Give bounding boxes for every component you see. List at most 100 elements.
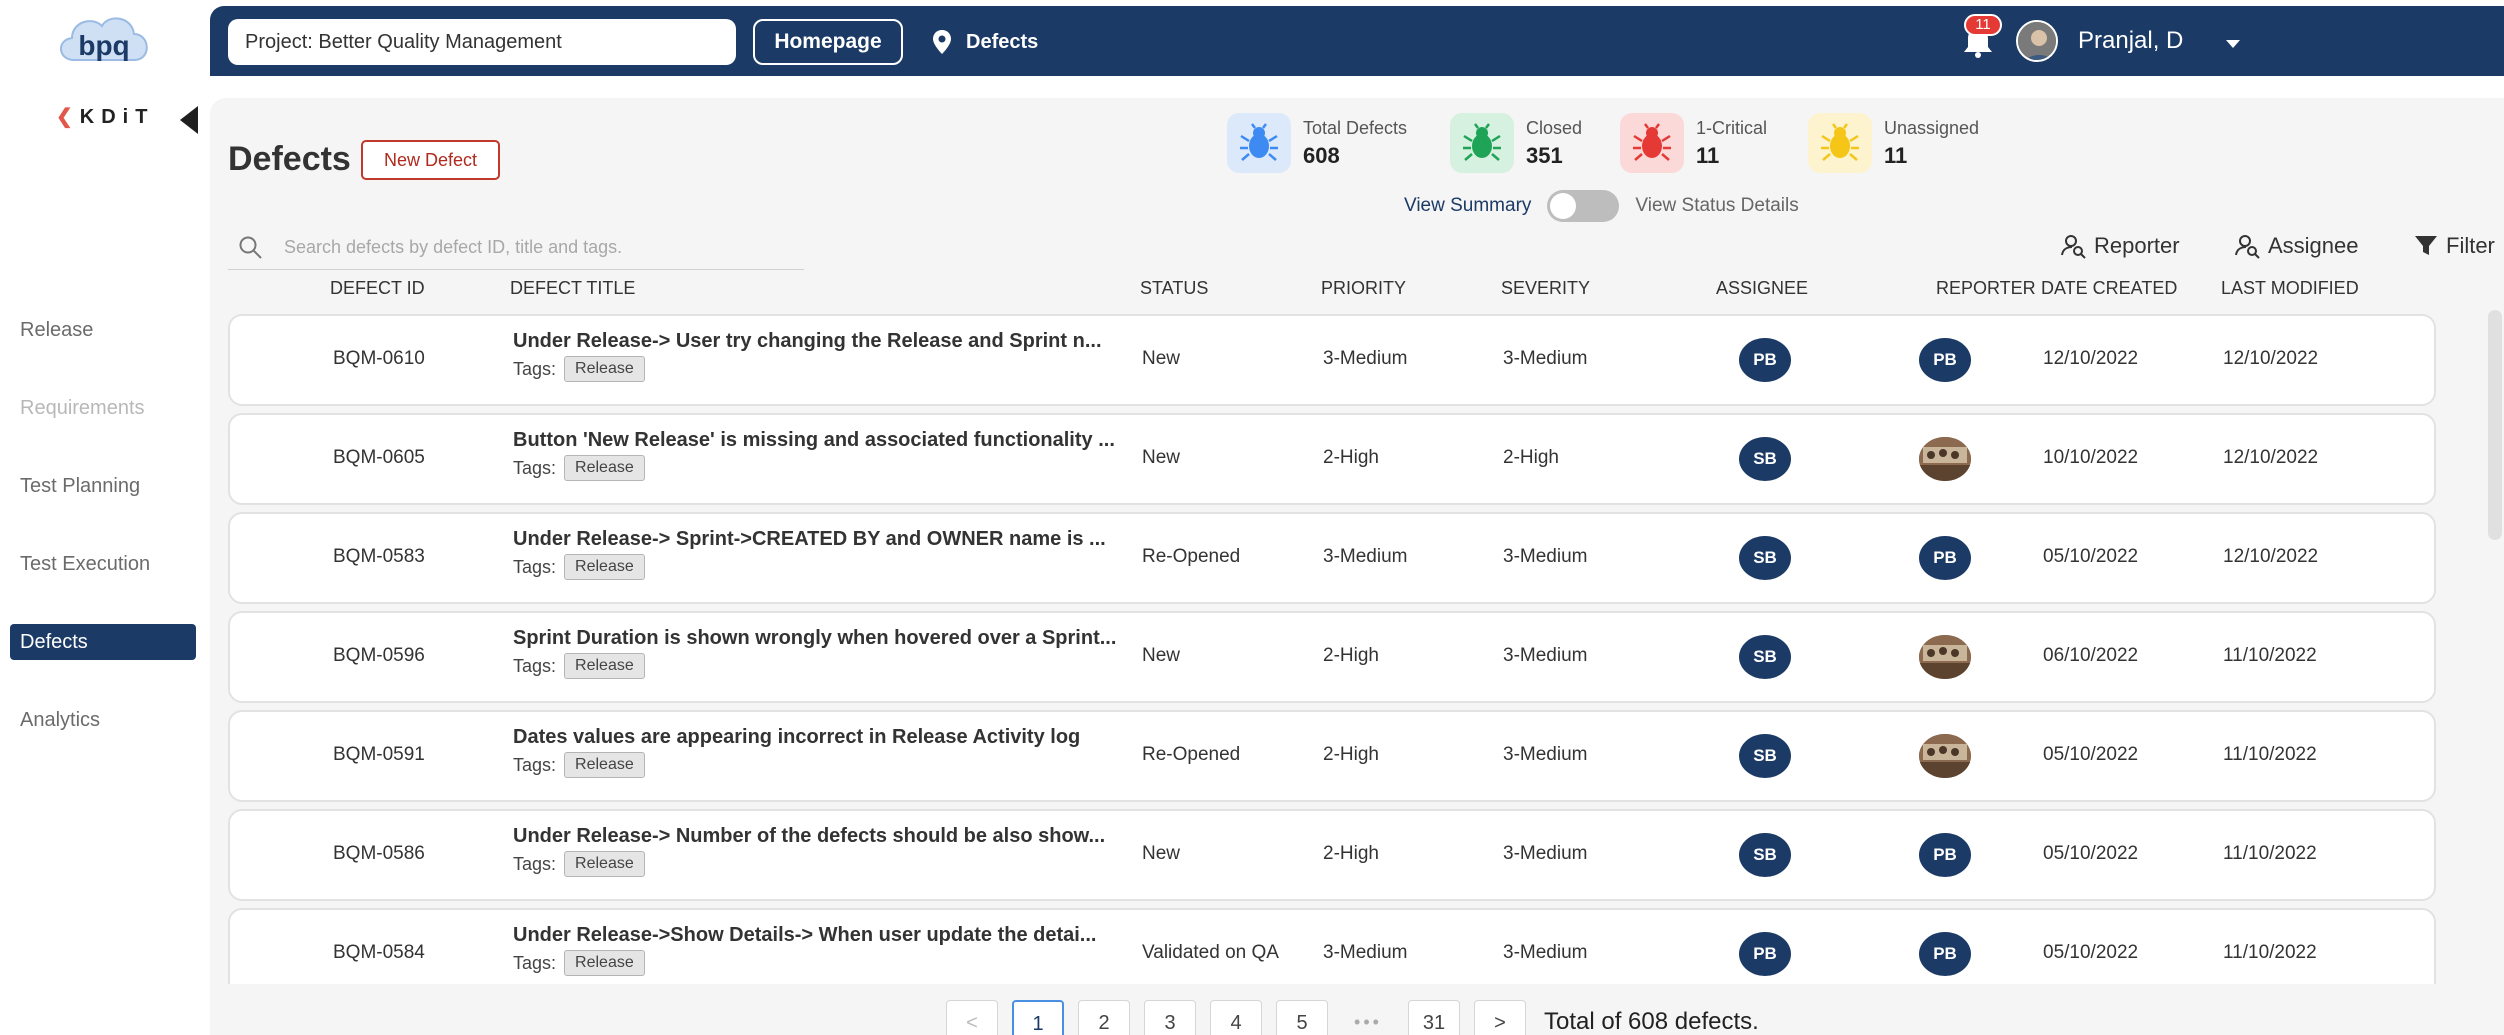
stat-text: Total Defects 608 bbox=[1303, 118, 1407, 169]
stat-unassigned[interactable]: Unassigned 11 bbox=[1808, 113, 1979, 173]
table-row[interactable]: BQM-0596 Sprint Duration is shown wrongly… bbox=[228, 611, 2436, 703]
column-header-id[interactable]: DEFECT ID bbox=[330, 278, 425, 299]
user-photo-icon bbox=[2018, 22, 2056, 60]
new-defect-button[interactable]: New Defect bbox=[361, 140, 500, 180]
user-name[interactable]: Pranjal, D bbox=[2078, 20, 2183, 62]
summary-toggle[interactable] bbox=[1547, 190, 1620, 222]
reporter-filter-button[interactable]: Reporter bbox=[2060, 230, 2180, 262]
column-header-priority[interactable]: PRIORITY bbox=[1321, 278, 1406, 299]
column-header-title[interactable]: DEFECT TITLE bbox=[510, 278, 635, 299]
sidebar-item-requirements[interactable]: Requirements bbox=[10, 390, 196, 426]
defect-title[interactable]: Under Release-> Sprint->CREATED BY and O… bbox=[513, 528, 1133, 551]
assignee-filter-button[interactable]: Assignee bbox=[2234, 230, 2359, 262]
column-header-severity[interactable]: SEVERITY bbox=[1501, 278, 1590, 299]
sidebar-item-test-planning[interactable]: Test Planning bbox=[10, 468, 196, 504]
defect-id[interactable]: BQM-0591 bbox=[333, 744, 425, 766]
assignee-avatar[interactable]: SB bbox=[1739, 734, 1791, 778]
page-button-5[interactable]: 5 bbox=[1276, 1000, 1328, 1035]
defect-severity: 3-Medium bbox=[1503, 744, 1588, 765]
table-row[interactable]: BQM-0584 Under Release->Show Details-> Wh… bbox=[228, 908, 2436, 984]
reporter-avatar[interactable]: PB bbox=[1919, 338, 1971, 382]
defect-tags: Tags: Release bbox=[513, 554, 645, 580]
defect-title[interactable]: Under Release-> Number of the defects sh… bbox=[513, 825, 1133, 848]
search-icon bbox=[239, 236, 262, 259]
column-header-date-created[interactable]: DATE CREATED bbox=[2041, 278, 2177, 299]
stat-value: 608 bbox=[1303, 142, 1340, 168]
reporter-avatar[interactable]: PB bbox=[1919, 932, 1971, 976]
column-header-status[interactable]: STATUS bbox=[1140, 278, 1208, 299]
sidebar-item-release[interactable]: Release bbox=[10, 312, 196, 348]
reporter-photo-avatar[interactable] bbox=[1919, 437, 1971, 481]
user-avatar[interactable] bbox=[2016, 20, 2058, 62]
homepage-button[interactable]: Homepage bbox=[753, 19, 903, 65]
company-name: KDiT bbox=[79, 106, 155, 128]
sidebar-item-test-execution[interactable]: Test Execution bbox=[10, 546, 196, 582]
assignee-avatar[interactable]: PB bbox=[1739, 338, 1791, 382]
tag-chip[interactable]: Release bbox=[564, 851, 645, 877]
sidebar-item-defects[interactable]: Defects bbox=[10, 624, 196, 660]
tag-chip[interactable]: Release bbox=[564, 752, 645, 778]
breadcrumb[interactable]: Defects bbox=[932, 19, 1038, 65]
tag-chip[interactable]: Release bbox=[564, 554, 645, 580]
project-selector[interactable]: Project: Better Quality Management bbox=[228, 19, 736, 65]
defect-id[interactable]: BQM-0610 bbox=[333, 348, 425, 370]
stat-critical[interactable]: 1-Critical 11 bbox=[1620, 113, 1767, 173]
filter-button[interactable]: Filter bbox=[2414, 230, 2495, 262]
tag-chip[interactable]: Release bbox=[564, 455, 645, 481]
column-header-last-modified[interactable]: LAST MODIFIED bbox=[2221, 278, 2359, 299]
page-button-last[interactable]: 31 bbox=[1408, 1000, 1460, 1035]
tag-chip[interactable]: Release bbox=[564, 950, 645, 976]
table-row[interactable]: BQM-0583 Under Release-> Sprint->CREATED … bbox=[228, 512, 2436, 604]
date-created: 10/10/2022 bbox=[2043, 447, 2139, 468]
last-modified: 12/10/2022 bbox=[2223, 348, 2319, 369]
sidebar-item-analytics[interactable]: Analytics bbox=[10, 702, 196, 738]
defect-id[interactable]: BQM-0596 bbox=[333, 645, 425, 667]
table-row[interactable]: BQM-0591 Dates values are appearing incor… bbox=[228, 710, 2436, 802]
defect-title[interactable]: Dates values are appearing incorrect in … bbox=[513, 726, 1133, 749]
table-row[interactable]: BQM-0605 Button 'New Release' is missing … bbox=[228, 413, 2436, 505]
reporter-photo-avatar[interactable] bbox=[1919, 734, 1971, 778]
column-header-assignee[interactable]: ASSIGNEE bbox=[1716, 278, 1808, 299]
assignee-avatar[interactable]: SB bbox=[1739, 635, 1791, 679]
page-ellipsis[interactable]: ••• bbox=[1342, 1012, 1394, 1033]
logo-text: bpq bbox=[78, 30, 129, 61]
column-header-reporter[interactable]: REPORTER bbox=[1936, 278, 2036, 299]
assignee-avatar[interactable]: SB bbox=[1739, 437, 1791, 481]
defect-title[interactable]: Button 'New Release' is missing and asso… bbox=[513, 429, 1133, 452]
stat-closed[interactable]: Closed 351 bbox=[1450, 113, 1582, 173]
reporter-avatar[interactable]: PB bbox=[1919, 536, 1971, 580]
defect-title[interactable]: Sprint Duration is shown wrongly when ho… bbox=[513, 627, 1133, 650]
defect-severity: 3-Medium bbox=[1503, 645, 1588, 666]
table-row[interactable]: BQM-0610 Under Release-> User try changin… bbox=[228, 314, 2436, 406]
table-row[interactable]: BQM-0586 Under Release-> Number of the de… bbox=[228, 809, 2436, 901]
user-menu-chevron-down-icon[interactable] bbox=[2226, 40, 2240, 48]
defect-id[interactable]: BQM-0586 bbox=[333, 843, 425, 865]
sidebar-collapse-icon[interactable] bbox=[180, 106, 198, 134]
page-button-1[interactable]: 1 bbox=[1012, 1000, 1064, 1035]
defect-id[interactable]: BQM-0605 bbox=[333, 447, 425, 469]
assignee-avatar[interactable]: SB bbox=[1739, 536, 1791, 580]
bpq-logo[interactable]: bpq bbox=[52, 8, 156, 72]
next-page-button[interactable]: > bbox=[1474, 1000, 1526, 1035]
tag-chip[interactable]: Release bbox=[564, 653, 645, 679]
stat-total-defects[interactable]: Total Defects 608 bbox=[1227, 113, 1407, 173]
defect-title[interactable]: Under Release->Show Details-> When user … bbox=[513, 924, 1133, 947]
reporter-avatar[interactable]: PB bbox=[1919, 833, 1971, 877]
tag-chip[interactable]: Release bbox=[564, 356, 645, 382]
page-button-4[interactable]: 4 bbox=[1210, 1000, 1262, 1035]
assignee-avatar[interactable]: PB bbox=[1739, 932, 1791, 976]
defect-status: Re-Opened bbox=[1142, 546, 1241, 567]
table-scrollbar[interactable] bbox=[2488, 310, 2502, 540]
defect-priority: 2-High bbox=[1323, 744, 1379, 765]
defect-severity: 3-Medium bbox=[1503, 942, 1588, 963]
prev-page-button[interactable]: < bbox=[946, 1000, 998, 1035]
defect-priority: 2-High bbox=[1323, 843, 1379, 864]
page-button-3[interactable]: 3 bbox=[1144, 1000, 1196, 1035]
defect-title[interactable]: Under Release-> User try changing the Re… bbox=[513, 330, 1133, 353]
assignee-avatar[interactable]: SB bbox=[1739, 833, 1791, 877]
search-input[interactable] bbox=[284, 237, 784, 258]
page-button-2[interactable]: 2 bbox=[1078, 1000, 1130, 1035]
defect-id[interactable]: BQM-0584 bbox=[333, 942, 425, 964]
defect-id[interactable]: BQM-0583 bbox=[333, 546, 425, 568]
reporter-photo-avatar[interactable] bbox=[1919, 635, 1971, 679]
